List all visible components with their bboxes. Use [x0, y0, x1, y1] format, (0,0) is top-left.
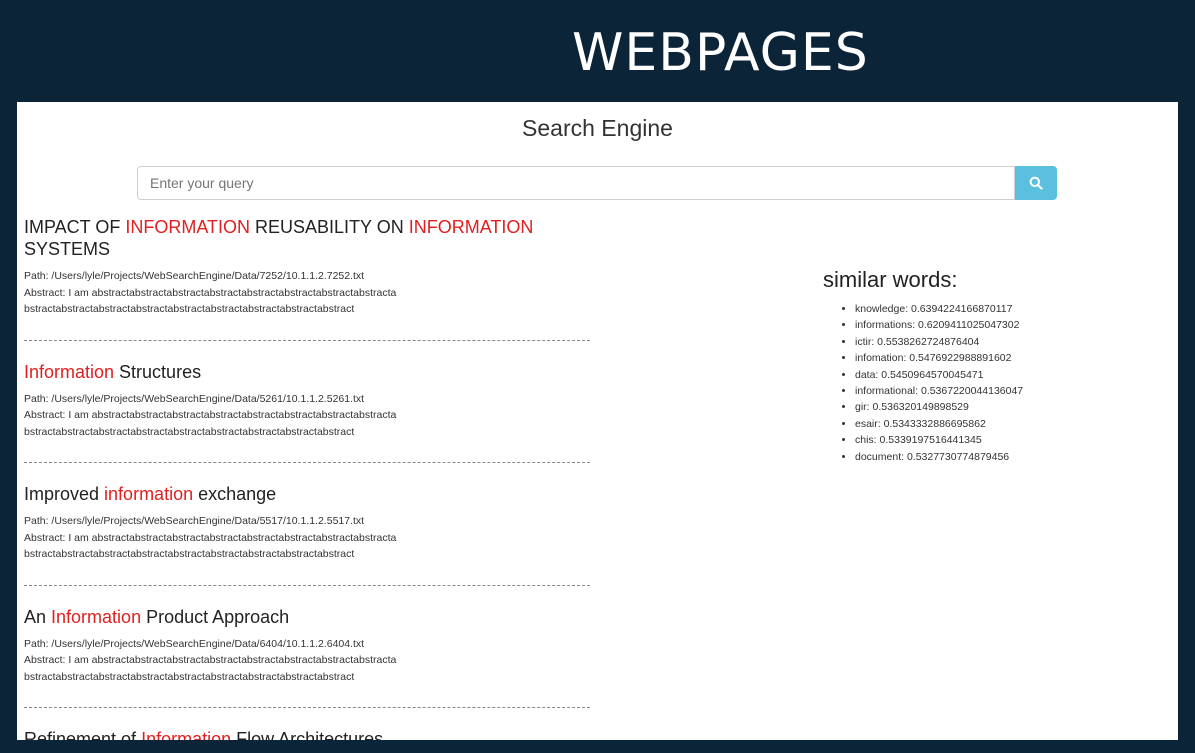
result-abstract: Abstract: I am abstractabstractabstracta…	[24, 531, 397, 544]
highlighted-term: Information	[141, 729, 232, 740]
title-text: Flow Architectures	[231, 729, 384, 740]
result-abstract: bstractabstractabstractabstractabstracta…	[24, 303, 355, 315]
search-result: Improved information exchange Path: /User…	[24, 483, 590, 563]
result-path: Path: /Users/lyle/Projects/WebSearchEngi…	[24, 392, 365, 405]
result-title[interactable]: An Information Product Approach	[24, 606, 590, 628]
result-path: Path: /Users/lyle/Projects/WebSearchEngi…	[24, 637, 365, 650]
similar-word-item: informations: 0.6209411025047302	[855, 317, 1023, 333]
result-path: Path: /Users/lyle/Projects/WebSearchEngi…	[24, 515, 365, 527]
similar-word-item: ictir: 0.5538262724876404	[855, 334, 1023, 350]
result-meta: Path: /Users/lyle/Projects/WebSearchEngi…	[24, 513, 590, 563]
highlighted-term: information	[104, 484, 194, 504]
result-abstract: bstractabstractabstractabstractabstracta…	[24, 548, 355, 560]
result-path: Path: /Users/lyle/Projects/WebSearchEngi…	[24, 270, 365, 282]
title-text: exchange	[193, 484, 277, 504]
similar-words-list: knowledge: 0.6394224166870117information…	[823, 301, 1023, 465]
browser-screen: Search Engine IMPACT OF INFORMATION REUS…	[17, 102, 1178, 740]
result-title[interactable]: Information Structures	[24, 361, 590, 383]
result-divider	[24, 584, 590, 586]
similar-word-item: chis: 0.5339197516441345	[855, 432, 1023, 448]
similar-word-item: data: 0.5450964570045471	[855, 367, 1023, 383]
result-title[interactable]: Improved information exchange	[24, 483, 590, 505]
title-text: REUSABILITY ON	[250, 217, 409, 237]
result-meta: Path: /Users/lyle/Projects/WebSearchEngi…	[24, 268, 590, 318]
result-meta: Path: /Users/lyle/Projects/WebSearchEngi…	[24, 636, 590, 686]
similar-words-title: similar words:	[823, 267, 958, 292]
search-result: An Information Product Approach Path: /Us…	[24, 606, 590, 686]
result-divider	[24, 339, 590, 341]
page-title: Search Engine	[522, 115, 673, 141]
result-abstract: Abstract: I am abstractabstractabstracta…	[24, 654, 397, 666]
result-abstract: Abstract: I am abstractabstractabstracta…	[24, 286, 397, 299]
highlighted-term: Information	[24, 361, 115, 382]
results-list: IMPACT OF INFORMATION REUSABILITY ON INF…	[24, 216, 590, 740]
search-result: Information Structures Path: /Users/lyle/…	[24, 361, 590, 441]
search-result: IMPACT OF INFORMATION REUSABILITY ON INF…	[24, 216, 590, 318]
search-input[interactable]	[137, 166, 1015, 200]
title-text: Refinement of	[24, 729, 142, 740]
title-text: Structures	[114, 361, 202, 382]
similar-word-item: infomation: 0.5476922988891602	[855, 350, 1023, 366]
result-abstract: bstractabstractabstractabstractabstracta…	[24, 670, 355, 683]
similar-word-item: gir: 0.536320149898529	[855, 399, 1023, 415]
similar-words-panel: similar words: knowledge: 0.639422416687…	[823, 267, 1023, 465]
result-title[interactable]: Refinement of Information Flow Architect…	[24, 728, 590, 740]
similar-word-item: esair: 0.5343332886695862	[855, 416, 1023, 432]
result-divider	[24, 707, 590, 708]
title-text: An	[24, 606, 52, 627]
search-icon	[1029, 176, 1043, 190]
result-divider	[24, 462, 590, 463]
search-result: Refinement of Information Flow Architect…	[24, 728, 590, 740]
title-text: Improved	[24, 484, 105, 504]
result-meta: Path: /Users/lyle/Projects/WebSearchEngi…	[24, 391, 590, 441]
search-button[interactable]	[1015, 166, 1057, 200]
result-abstract: bstractabstractabstractabstractabstracta…	[24, 425, 355, 438]
title-text: Product Approach	[141, 606, 290, 627]
similar-word-item: document: 0.5327730774879456	[855, 449, 1023, 465]
slide-title: WEBPAGES	[572, 23, 869, 83]
title-text: IMPACT OF	[24, 217, 126, 237]
title-text: SYSTEMS	[24, 239, 111, 259]
similar-word-item: informational: 0.5367220044136047	[855, 383, 1023, 399]
highlighted-term: Information	[51, 606, 142, 627]
result-abstract: Abstract: I am abstractabstractabstracta…	[24, 409, 397, 421]
similar-word-item: knowledge: 0.6394224166870117	[855, 301, 1023, 317]
highlighted-term: INFORMATION	[408, 217, 534, 237]
result-title[interactable]: IMPACT OF INFORMATION REUSABILITY ON INF…	[24, 216, 590, 260]
highlighted-term: INFORMATION	[125, 217, 250, 237]
